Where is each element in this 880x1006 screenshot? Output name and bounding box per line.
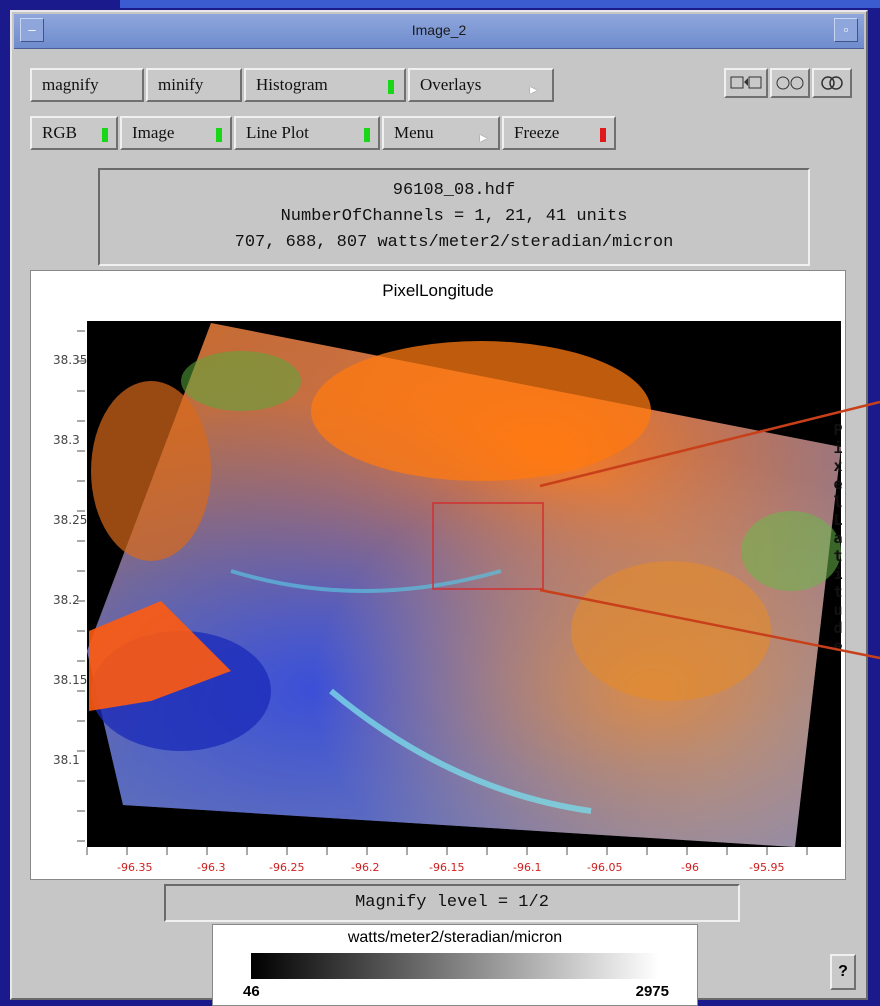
fit-window-icon: [730, 76, 762, 89]
x-tick-label: -96.3: [197, 861, 226, 874]
x-tick-label: -96.35: [117, 861, 153, 874]
y-title-letter: i: [833, 439, 843, 457]
magnify-level-display: Magnify level = 1/2: [164, 884, 740, 922]
menu-button[interactable]: Menu ▸: [382, 116, 500, 150]
color-bar-min: 46: [243, 983, 260, 1000]
y-title-letter: d: [833, 619, 843, 637]
y-title-letter: t: [833, 547, 843, 565]
window-maximize-button[interactable]: ▫: [834, 18, 858, 42]
y-title-letter: t: [833, 583, 843, 601]
square-icon: ▫: [843, 22, 849, 37]
line-plot-indicator: [364, 128, 370, 142]
link-tool[interactable]: [812, 68, 852, 98]
image-toggle[interactable]: Image: [120, 116, 232, 150]
pixel-info-panel: 96108_08.hdf NumberOfChannels = 1, 21, 4…: [98, 168, 810, 266]
x-tick-label: -96.05: [587, 861, 623, 874]
satellite-image[interactable]: [31, 271, 847, 881]
y-tick-label: 38.2: [53, 593, 80, 607]
plot-y-title: PixelLatitude: [829, 421, 847, 655]
menu-arrow-icon: ▸: [530, 83, 538, 98]
color-bar-gradient: [251, 953, 659, 979]
image-plot: PixelLongitude 38.35 38.3 38.25 38.2 38.…: [30, 270, 846, 880]
freeze-indicator: [600, 128, 606, 142]
x-tick-label: -96.2: [351, 861, 380, 874]
pixel-values-text: 707, 688, 807 watts/meter2/steradian/mic…: [234, 233, 674, 252]
y-title-letter: x: [833, 457, 843, 475]
desktop-background-strip: [120, 0, 880, 8]
y-title-letter: a: [833, 529, 843, 547]
x-tick-label: -96.25: [269, 861, 305, 874]
link-icon: [821, 76, 843, 90]
histogram-toggle[interactable]: Histogram: [244, 68, 406, 102]
help-button[interactable]: ?: [830, 954, 856, 990]
rgb-toggle[interactable]: RGB: [30, 116, 118, 150]
x-tick-label: -96.1: [513, 861, 542, 874]
binoculars-tool[interactable]: [770, 68, 810, 98]
color-bar: watts/meter2/steradian/micron 46 2975: [212, 924, 698, 1006]
histogram-indicator: [388, 80, 394, 94]
title-bar[interactable]: – Image_2 ▫: [14, 14, 864, 49]
rgb-indicator: [102, 128, 108, 142]
y-title-letter: i: [833, 565, 843, 583]
menu-arrow-icon: ▸: [480, 131, 488, 146]
filename-text: 96108_08.hdf: [392, 181, 516, 200]
y-title-letter: P: [833, 421, 843, 439]
y-tick-label: 38.35: [53, 353, 88, 367]
line-plot-toggle[interactable]: Line Plot: [234, 116, 380, 150]
y-tick-label: 38.15: [53, 673, 88, 687]
y-title-letter: L: [833, 511, 843, 529]
minify-button[interactable]: minify: [146, 68, 242, 102]
y-title-letter: e: [833, 475, 843, 493]
window-title: Image_2: [411, 22, 467, 38]
freeze-toggle[interactable]: Freeze: [502, 116, 616, 150]
y-title-letter: u: [833, 601, 843, 619]
magnify-button[interactable]: magnify: [30, 68, 144, 102]
color-bar-label: watts/meter2/steradian/micron: [347, 929, 563, 946]
y-title-letter: l: [833, 493, 843, 511]
x-tick-label: -96: [681, 861, 699, 874]
image-indicator: [216, 128, 222, 142]
x-tick-label: -96.15: [429, 861, 465, 874]
y-tick-label: 38.25: [53, 513, 88, 527]
channels-text: NumberOfChannels = 1, 21, 41 units: [280, 207, 628, 226]
y-tick-label: 38.3: [53, 433, 80, 447]
y-tick-label: 38.1: [53, 753, 80, 767]
image-window: – Image_2 ▫ magnify minify Histogram Ove…: [10, 10, 868, 1006]
fit-window-tool[interactable]: [724, 68, 768, 98]
overlays-menu-button[interactable]: Overlays ▸: [408, 68, 554, 102]
y-axis: 38.35 38.3 38.25 38.2 38.15 38.1: [49, 323, 87, 843]
x-tick-label: -95.95: [749, 861, 785, 874]
color-bar-max: 2975: [635, 983, 669, 1000]
y-title-letter: e: [833, 637, 843, 655]
binoculars-icon: [776, 76, 804, 90]
